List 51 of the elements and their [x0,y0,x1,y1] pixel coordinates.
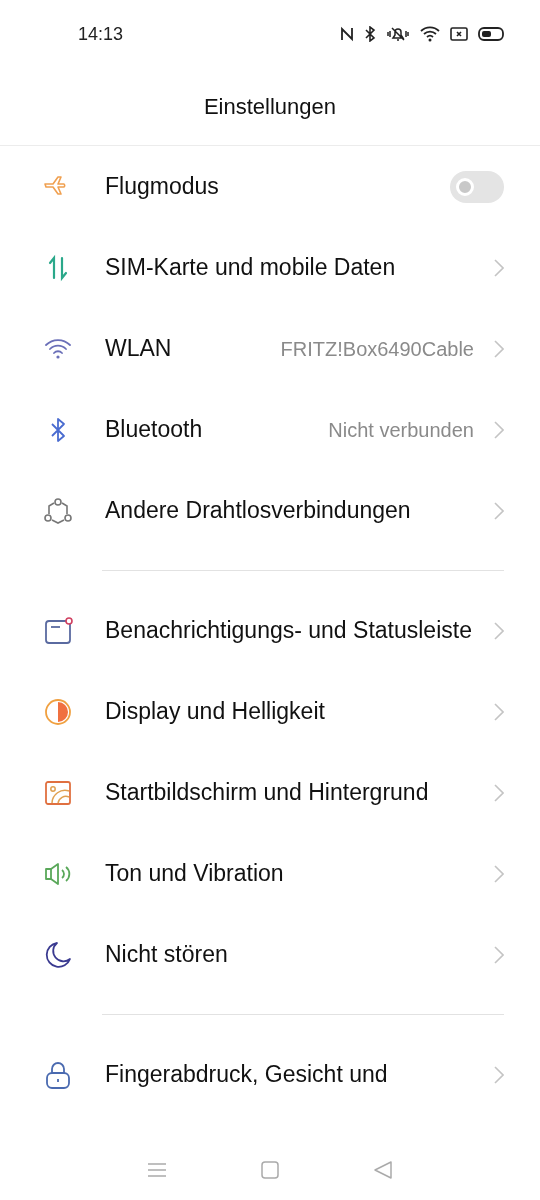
notification-panel-icon [43,615,73,646]
chevron-icon [494,420,504,439]
network-icon [43,495,73,526]
chevron-icon [494,945,504,964]
settings-item[interactable]: WLAN FRITZ!Box6490Cable [0,308,540,389]
item-value: Nicht verbunden [328,417,474,443]
chevron-icon [494,864,504,883]
back-icon[interactable] [373,1160,393,1180]
item-label: Startbildschirm und Hintergrund [105,778,430,807]
settings-item[interactable]: Ton und Vibration [0,833,540,914]
status-time: 14:13 [78,22,124,46]
item-label: Flugmodus [105,172,220,201]
moon-icon [43,939,73,970]
settings-item[interactable]: Benachrichtigungs- und Statusleiste [0,590,540,671]
settings-item[interactable]: Flugmodus [0,146,540,227]
item-label: Nicht stören [105,940,229,969]
chevron-icon [494,1065,504,1084]
settings-item[interactable]: SIM-Karte und mobile Daten [0,227,540,308]
item-label: Fingerabdruck, Gesicht und [105,1060,389,1089]
page-title: Einstellungen [203,93,337,121]
chevron-icon [494,621,504,640]
chevron-icon [494,339,504,358]
chevron-icon [494,258,504,277]
menu-icon[interactable] [147,1162,167,1178]
lock-icon [43,1059,73,1090]
item-label: Andere Drahtlosverbindungen [105,496,412,525]
battery-icon [478,26,504,42]
item-label: Bluetooth [105,415,204,444]
settings-item[interactable]: Andere Drahtlosverbindungen [0,470,540,551]
settings-item[interactable]: Startbildschirm und Hintergrund [0,752,540,833]
chevron-icon [494,501,504,520]
toggle-switch[interactable] [450,170,504,203]
chevron-icon [494,783,504,802]
item-label: Display und Helligkeit [105,697,326,726]
item-value: FRITZ!Box6490Cable [280,336,474,362]
chevron-icon [494,702,504,721]
sim-icon [450,26,468,42]
settings-item[interactable]: Fingerabdruck, Gesicht und [0,1034,540,1115]
settings-item[interactable]: Nicht stören [0,914,540,995]
wifi-icon [420,26,440,42]
item-label: Ton und Vibration [105,859,285,888]
bluetooth-icon [364,26,376,42]
half-circle-icon [43,696,73,727]
item-label: WLAN [105,334,173,363]
nfc-icon [340,26,354,42]
settings-item[interactable]: Display und Helligkeit [0,671,540,752]
item-label: Benachrichtigungs- und Statusleiste [105,616,473,645]
settings-item[interactable]: Bluetooth Nicht verbunden [0,389,540,470]
item-label: SIM-Karte und mobile Daten [105,253,397,282]
home-icon[interactable] [261,1161,279,1179]
muted-bell-icon [386,26,410,42]
